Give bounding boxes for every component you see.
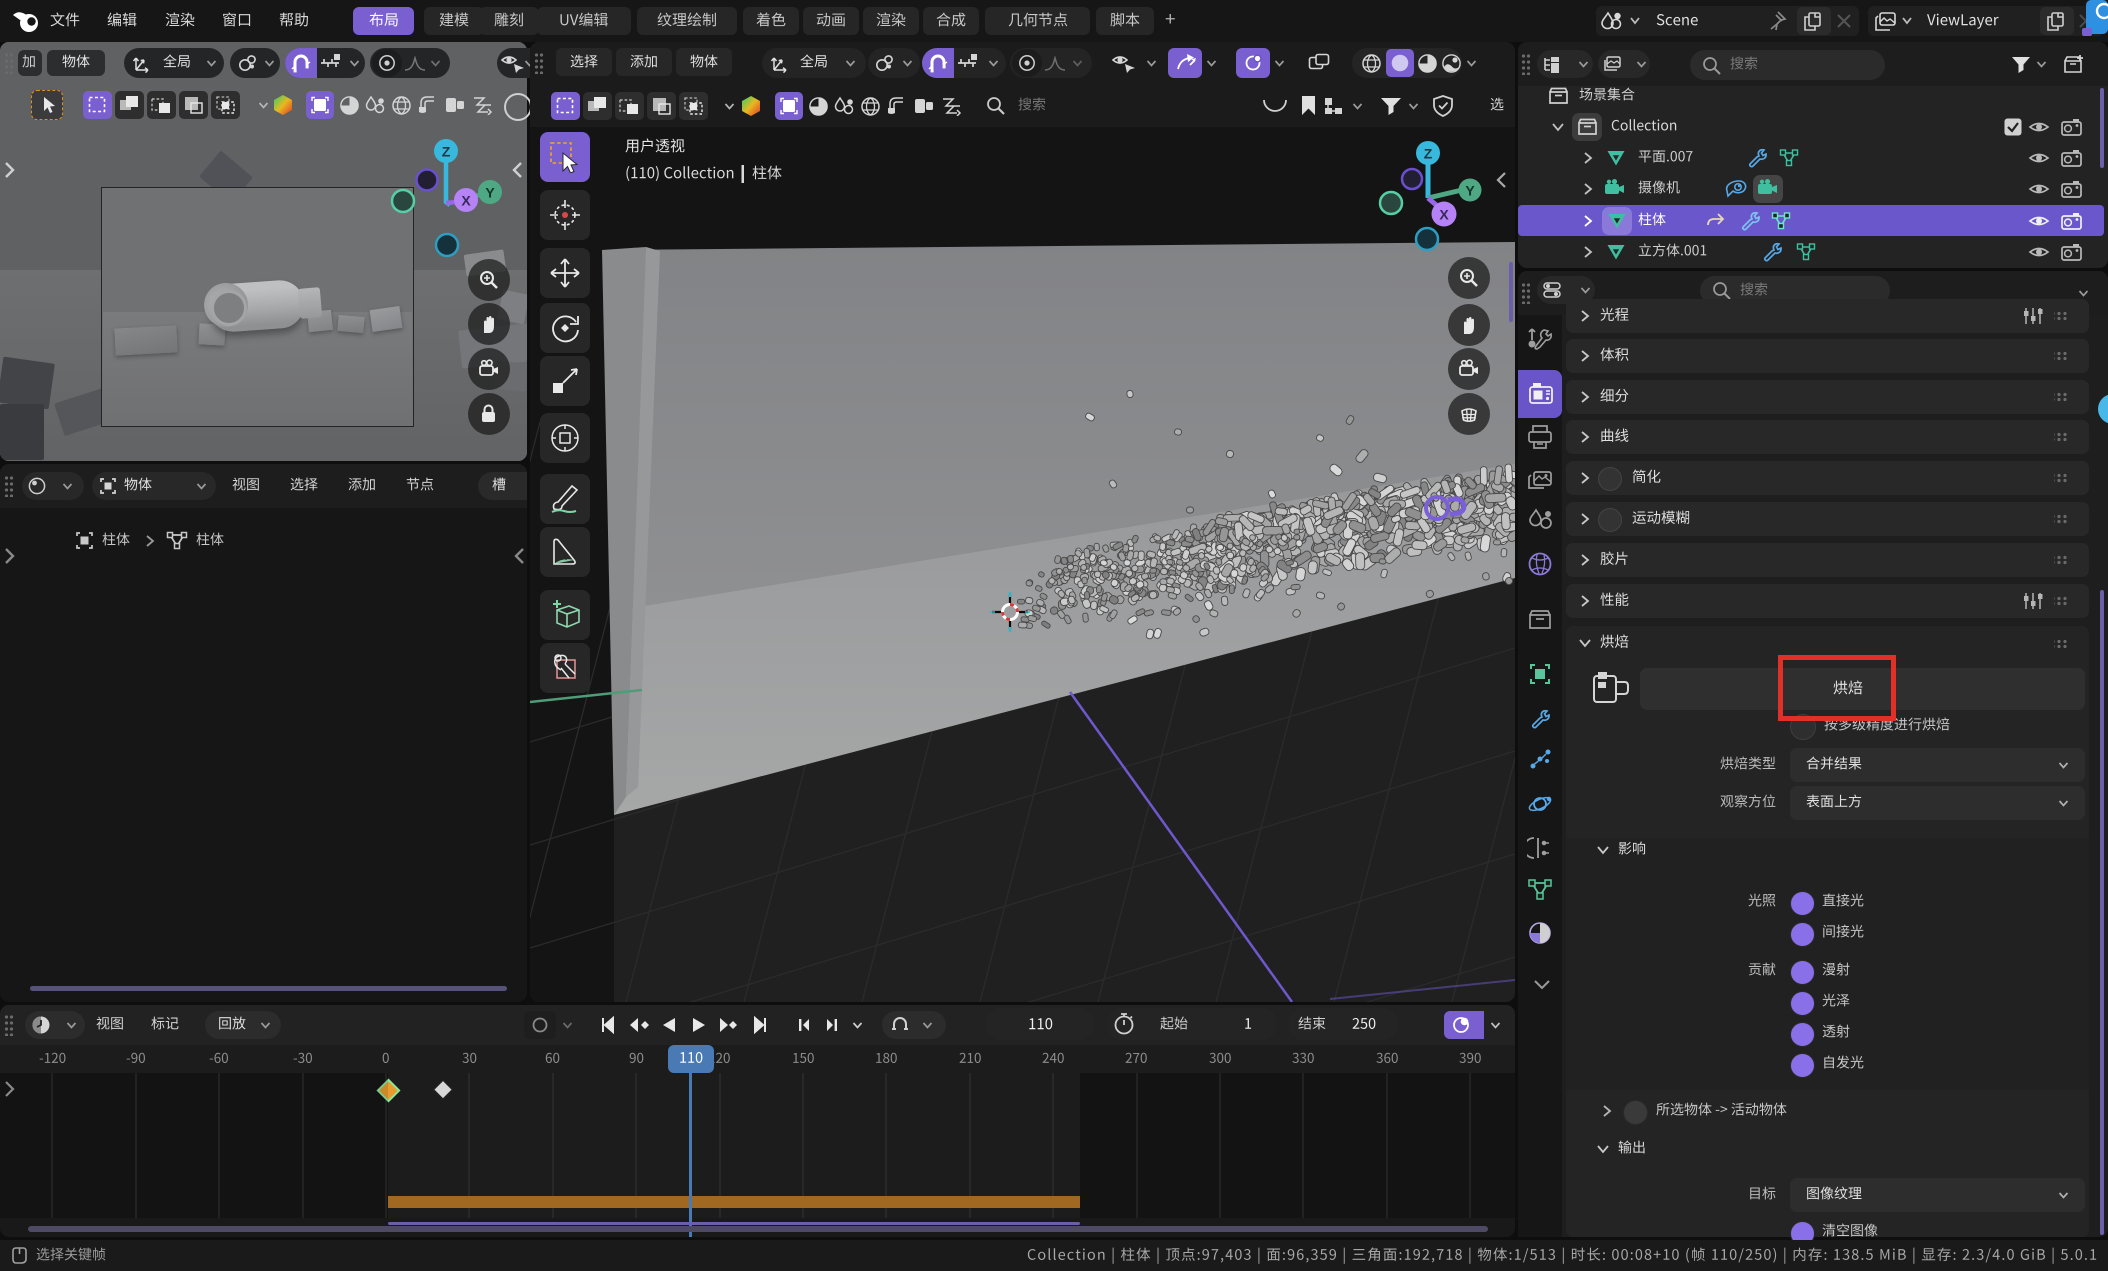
svg-text:X: X xyxy=(1439,207,1449,223)
svg-text:Z: Z xyxy=(1424,146,1433,162)
svg-text:Y: Y xyxy=(485,185,495,201)
svg-text:Y: Y xyxy=(1465,183,1475,199)
svg-text:X: X xyxy=(461,193,471,209)
svg-text:Z: Z xyxy=(442,144,451,160)
